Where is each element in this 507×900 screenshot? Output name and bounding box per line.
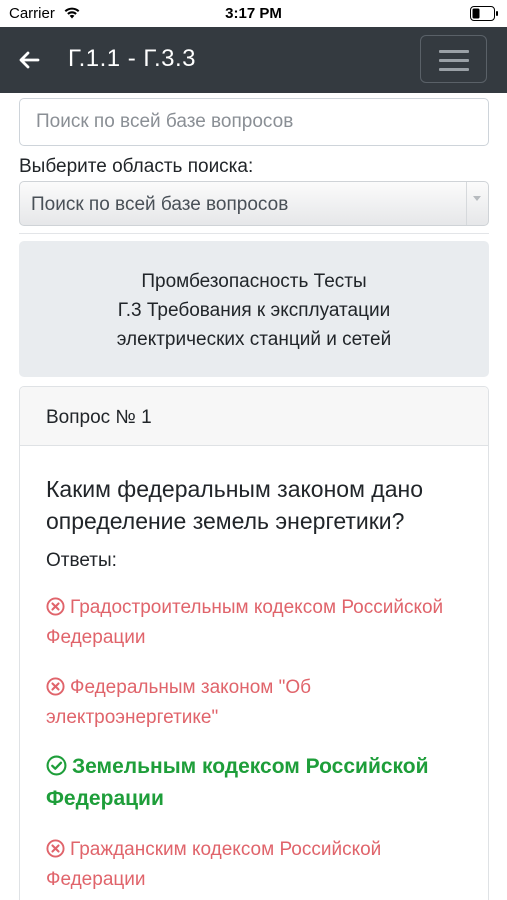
chevron-down-icon [473, 196, 481, 201]
top-navbar: Г.1.1 - Г.3.3 [0, 27, 507, 93]
answer-option-4[interactable]: Гражданским кодексом Российской Федераци… [46, 835, 476, 895]
question-card-header: Вопрос № 1 [20, 387, 488, 446]
question-number: Вопрос № 1 [46, 407, 152, 428]
search-area-selected-value: Поиск по всей базе вопросов [31, 194, 289, 215]
status-bar: Carrier 3:17 PM [0, 0, 507, 27]
answer-text-line-2: Федерации [46, 787, 164, 810]
info-line-2: Г.3 Требования к эксплуатации [117, 300, 391, 321]
answer-text-line-1: Федеральным законом "Об [70, 677, 312, 698]
question-line-1: Каким федеральным законом дано [46, 476, 423, 502]
hamburger-menu-icon [439, 50, 469, 53]
select-dropdown-toggle[interactable] [466, 182, 488, 225]
check-circle-icon [46, 755, 67, 776]
answer-text-line-2: Федерации [46, 869, 146, 890]
info-line-3: электрических станций и сетей [116, 329, 392, 350]
back-arrow-icon[interactable] [18, 49, 40, 71]
answer-text-line-1: Гражданским кодексом Российской [70, 839, 382, 860]
answer-option-1[interactable]: Градостроительным кодексом Российской Фе… [46, 593, 476, 653]
clock: 3:17 PM [225, 5, 282, 22]
x-circle-icon [46, 839, 65, 858]
page-title: Г.1.1 - Г.3.3 [68, 45, 197, 72]
question-line-2: определение земель энергетики? [46, 508, 405, 534]
answer-text-line-1: Градостроительным кодексом Российской [70, 597, 444, 618]
answer-option-2[interactable]: Федеральным законом "Об электроэнергетик… [46, 673, 476, 733]
hamburger-menu-icon-bar [439, 59, 469, 62]
search-area-label: Выберите область поиска: [19, 156, 254, 177]
answers-label: Ответы: [46, 550, 117, 571]
divider [19, 233, 489, 234]
answer-text-line-2: Федерации [46, 627, 146, 648]
search-input[interactable] [19, 98, 489, 146]
test-info-box: Промбезопасность Тесты Г.3 Требования к … [19, 241, 489, 377]
battery-icon [470, 6, 498, 21]
menu-toggle-button[interactable] [420, 35, 487, 83]
x-circle-icon [46, 677, 65, 696]
answer-text-line-1: Земельным кодексом Российской [72, 755, 429, 778]
search-area-select[interactable]: Поиск по всей базе вопросов [19, 181, 489, 226]
question-text: Каким федеральным законом дано определен… [46, 473, 476, 537]
hamburger-menu-icon-bar [439, 68, 469, 71]
question-card: Вопрос № 1 Каким федеральным законом дан… [19, 386, 489, 900]
answer-text-line-2: электроэнергетике" [46, 707, 219, 728]
answer-option-3-correct[interactable]: Земельным кодексом Российской Федерации [46, 751, 476, 815]
x-circle-icon [46, 597, 65, 616]
info-line-1: Промбезопасность Тесты [141, 271, 367, 292]
